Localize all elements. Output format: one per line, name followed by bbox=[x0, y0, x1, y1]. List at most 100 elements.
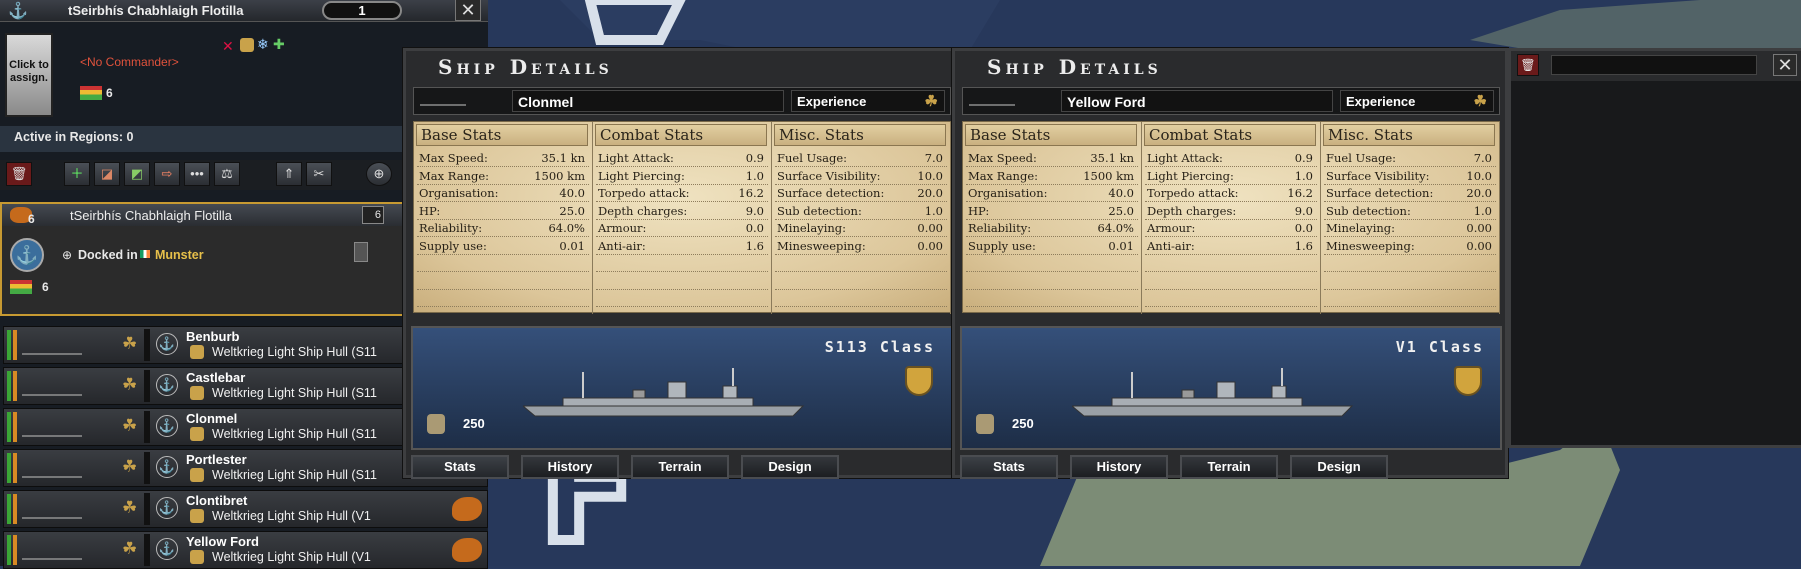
stat-row: Depth charges: 9.0 bbox=[1145, 203, 1317, 220]
tab-terrain[interactable]: Terrain bbox=[1180, 455, 1278, 479]
close-icon[interactable]: ✕ bbox=[455, 0, 481, 21]
repair-button[interactable]: ✂ bbox=[306, 162, 332, 186]
clover-icon: ☘ bbox=[924, 93, 938, 110]
misc-stats-header: Misc. Stats bbox=[1323, 124, 1495, 146]
name-field[interactable] bbox=[1551, 55, 1757, 75]
docked-location[interactable]: Munster bbox=[155, 248, 204, 262]
anchor-icon[interactable]: ⚓ bbox=[156, 333, 178, 355]
stat-row: Light Piercing: 1.0 bbox=[1145, 168, 1317, 185]
manpower-icon bbox=[427, 414, 445, 434]
stat-value: 1.0 bbox=[1473, 203, 1492, 218]
stat-row-empty bbox=[966, 273, 1138, 290]
stat-label: Light Attack: bbox=[598, 151, 674, 165]
combat-stats-header: Combat Stats bbox=[1144, 124, 1316, 146]
ship-name[interactable]: Clontibret bbox=[186, 493, 247, 508]
stat-value: 16.2 bbox=[738, 186, 764, 200]
combat-stats-column: Combat Stats Light Attack: 0.9 Light Pierci… bbox=[1142, 122, 1321, 314]
hull-icon bbox=[190, 386, 204, 400]
anchor-icon[interactable]: ⚓ bbox=[156, 538, 178, 560]
stat-label: Fuel Usage: bbox=[1326, 151, 1397, 165]
divider bbox=[144, 452, 150, 484]
ship-role-icon bbox=[452, 497, 482, 521]
delete-fleet-button[interactable]: 🗑 bbox=[6, 162, 32, 186]
tab-design[interactable]: Design bbox=[741, 455, 839, 479]
tab-stats[interactable]: Stats bbox=[960, 455, 1058, 479]
stat-value: 0.0 bbox=[1294, 221, 1313, 235]
taskforce-count: 6 bbox=[28, 212, 35, 226]
add-button[interactable]: ⊕ bbox=[366, 162, 392, 186]
new-taskforce-button[interactable]: ＋ bbox=[64, 162, 90, 186]
stat-row-empty bbox=[1324, 273, 1496, 290]
taskforce-name[interactable]: tSeirbhís Chabhlaigh Flotilla bbox=[70, 208, 232, 223]
tab-design[interactable]: Design bbox=[1290, 455, 1388, 479]
anchor-icon[interactable]: ⚓ bbox=[156, 456, 178, 478]
base-stats-header: Base Stats bbox=[416, 124, 588, 146]
hull-icon bbox=[190, 509, 204, 523]
split-button[interactable]: ◪ bbox=[94, 162, 120, 186]
strength-bar bbox=[13, 453, 17, 483]
stat-label: Surface detection: bbox=[777, 186, 885, 200]
ship-row[interactable]: ☘ ⚓ Yellow Ford Weltkrieg Light Ship Hull (… bbox=[3, 531, 488, 569]
stat-label: Minesweeping: bbox=[1326, 238, 1415, 253]
anchor-icon[interactable]: ⚓ bbox=[156, 415, 178, 437]
ship-name[interactable]: Yellow Ford bbox=[186, 534, 259, 549]
tab-terrain[interactable]: Terrain bbox=[631, 455, 729, 479]
merge-button[interactable]: ◩ bbox=[124, 162, 150, 186]
anchor-icon[interactable]: ⚓ bbox=[10, 238, 44, 272]
shield-icon[interactable] bbox=[905, 366, 933, 396]
plus-icon[interactable]: ✚ bbox=[273, 36, 285, 53]
stat-row: Max Speed: 35.1 kn bbox=[966, 150, 1138, 167]
balance-button[interactable]: ⚖ bbox=[214, 162, 240, 186]
ship-name-field[interactable]: Clonmel bbox=[512, 90, 784, 112]
ship-name[interactable]: Benburb bbox=[186, 329, 239, 344]
admiral-traits-icon[interactable]: ✕ bbox=[222, 38, 234, 55]
tab-history[interactable]: History bbox=[1070, 455, 1168, 479]
ship-name[interactable]: Castlebar bbox=[186, 370, 245, 385]
misc-stats-header: Misc. Stats bbox=[774, 124, 946, 146]
anchor-icon[interactable]: ⚓ bbox=[156, 374, 178, 396]
shield-icon[interactable] bbox=[1454, 366, 1482, 396]
stat-label: Sub detection: bbox=[1326, 203, 1411, 218]
fleet-name[interactable]: tSeirbhís Chabhlaigh Flotilla bbox=[68, 3, 244, 18]
trash-icon[interactable] bbox=[354, 242, 368, 262]
misc-stats-column: Misc. Stats Fuel Usage: 7.0 Surface Visibil… bbox=[1321, 122, 1500, 314]
upgrade-button[interactable]: ⇑ bbox=[276, 162, 302, 186]
close-icon[interactable]: ✕ bbox=[1773, 54, 1797, 76]
more-button[interactable]: ••• bbox=[184, 162, 210, 186]
ship-row[interactable]: ☘ ⚓ Clontibret Weltkrieg Light Ship Hull (V… bbox=[3, 490, 488, 528]
stat-row: Reliability: 64.0% bbox=[417, 220, 589, 237]
snowflake-icon[interactable]: ❄ bbox=[257, 36, 269, 53]
ship-details-window[interactable]: Ship Details Clonmel Experience ☘ Base Stats… bbox=[403, 48, 959, 479]
tab-history[interactable]: History bbox=[521, 455, 619, 479]
ship-name[interactable]: Clonmel bbox=[186, 411, 237, 426]
anchor-icon[interactable]: ⚓ bbox=[156, 497, 178, 519]
stat-row: Sub detection: 1.0 bbox=[775, 203, 947, 220]
stat-label: Reliability: bbox=[968, 221, 1032, 235]
commander-portrait[interactable]: Click to assign. bbox=[5, 33, 53, 117]
shield-icon[interactable] bbox=[240, 38, 254, 52]
organisation-bar bbox=[7, 494, 11, 524]
ship-name[interactable]: Portlester bbox=[186, 452, 247, 467]
stat-row-empty bbox=[1145, 290, 1317, 307]
experience-label: Experience bbox=[797, 94, 867, 109]
ship-details-window[interactable]: Ship Details Yellow Ford Experience ☘ Base S… bbox=[952, 48, 1508, 479]
stat-row: Reliability: 64.0% bbox=[966, 220, 1138, 237]
ship-name-field[interactable]: Yellow Ford bbox=[1061, 90, 1333, 112]
ship-silhouette-icon bbox=[22, 499, 82, 519]
hull-icon bbox=[190, 550, 204, 564]
stat-label: Light Piercing: bbox=[598, 168, 685, 183]
divider bbox=[144, 493, 150, 525]
fleet-header[interactable]: ⚓ tSeirbhís Chabhlaigh Flotilla 1 ✕ bbox=[0, 0, 488, 22]
transfer-button[interactable]: ⇨ bbox=[154, 162, 180, 186]
organisation-bar bbox=[7, 535, 11, 565]
stat-row: Organisation: 40.0 bbox=[417, 185, 589, 202]
stat-label: Light Piercing: bbox=[1147, 168, 1234, 183]
stat-row: Minesweeping: 0.00 bbox=[775, 238, 947, 255]
tab-stats[interactable]: Stats bbox=[411, 455, 509, 479]
stat-value: 0.01 bbox=[559, 238, 585, 253]
fleet-strength-value: 6 bbox=[106, 86, 113, 100]
trash-icon[interactable]: 🗑 bbox=[1517, 54, 1539, 76]
ship-silhouette-icon bbox=[22, 376, 82, 396]
fleet-count: 1 bbox=[322, 1, 402, 20]
stat-value: 1500 km bbox=[1083, 168, 1134, 183]
